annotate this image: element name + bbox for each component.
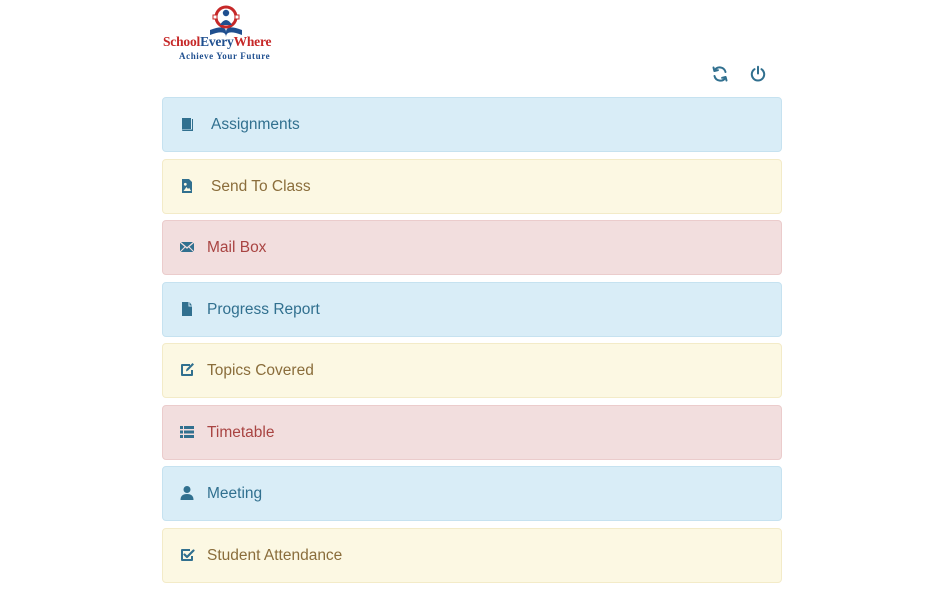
image-file-icon [179,178,195,194]
logo-emblem-icon [207,4,245,38]
menu-item-assignments[interactable]: Assignments [162,97,782,152]
menu-item-student-attendance[interactable]: Student Attendance [162,527,782,583]
menu-item-topics-covered[interactable]: Topics Covered [162,343,782,398]
menu-item-progress-report[interactable]: Progress Report [162,281,782,337]
power-icon [750,65,766,82]
main-menu: Assignments Send To Class Mail Box Progr… [162,97,782,589]
user-icon [179,485,195,501]
header-toolbar [709,63,769,85]
school-logo[interactable]: SchoolEveryWhere Achieve Your Future [163,4,295,62]
menu-item-mail-box[interactable]: Mail Box [162,220,782,275]
refresh-icon [712,66,728,82]
logo-word-school: School [163,34,201,49]
menu-label-mail-box: Mail Box [207,239,267,256]
logo-wordmark: SchoolEveryWhere [163,35,295,49]
menu-label-assignments: Assignments [211,116,300,133]
page: SchoolEveryWhere Achieve Your Future Ass… [0,0,947,592]
envelope-icon [179,239,195,255]
logo-word-where: Where [233,34,272,49]
logout-button[interactable] [747,63,769,85]
logo-word-every: Every [200,34,234,49]
edit-square-icon [179,362,195,378]
menu-item-meeting[interactable]: Meeting [162,466,782,521]
logo-tagline: Achieve Your Future [179,51,271,61]
menu-item-send-to-class[interactable]: Send To Class [162,158,782,214]
menu-label-progress-report: Progress Report [207,300,320,318]
book-icon [179,116,195,132]
check-square-icon [179,547,195,563]
menu-label-meeting: Meeting [207,485,263,502]
document-icon [179,301,195,317]
list-icon [179,424,195,440]
menu-label-topics-covered: Topics Covered [207,362,314,379]
refresh-button[interactable] [709,63,731,85]
menu-label-timetable: Timetable [207,423,275,441]
menu-item-timetable[interactable]: Timetable [162,404,782,460]
menu-label-student-attendance: Student Attendance [207,546,343,564]
menu-label-send-to-class: Send To Class [211,177,311,195]
